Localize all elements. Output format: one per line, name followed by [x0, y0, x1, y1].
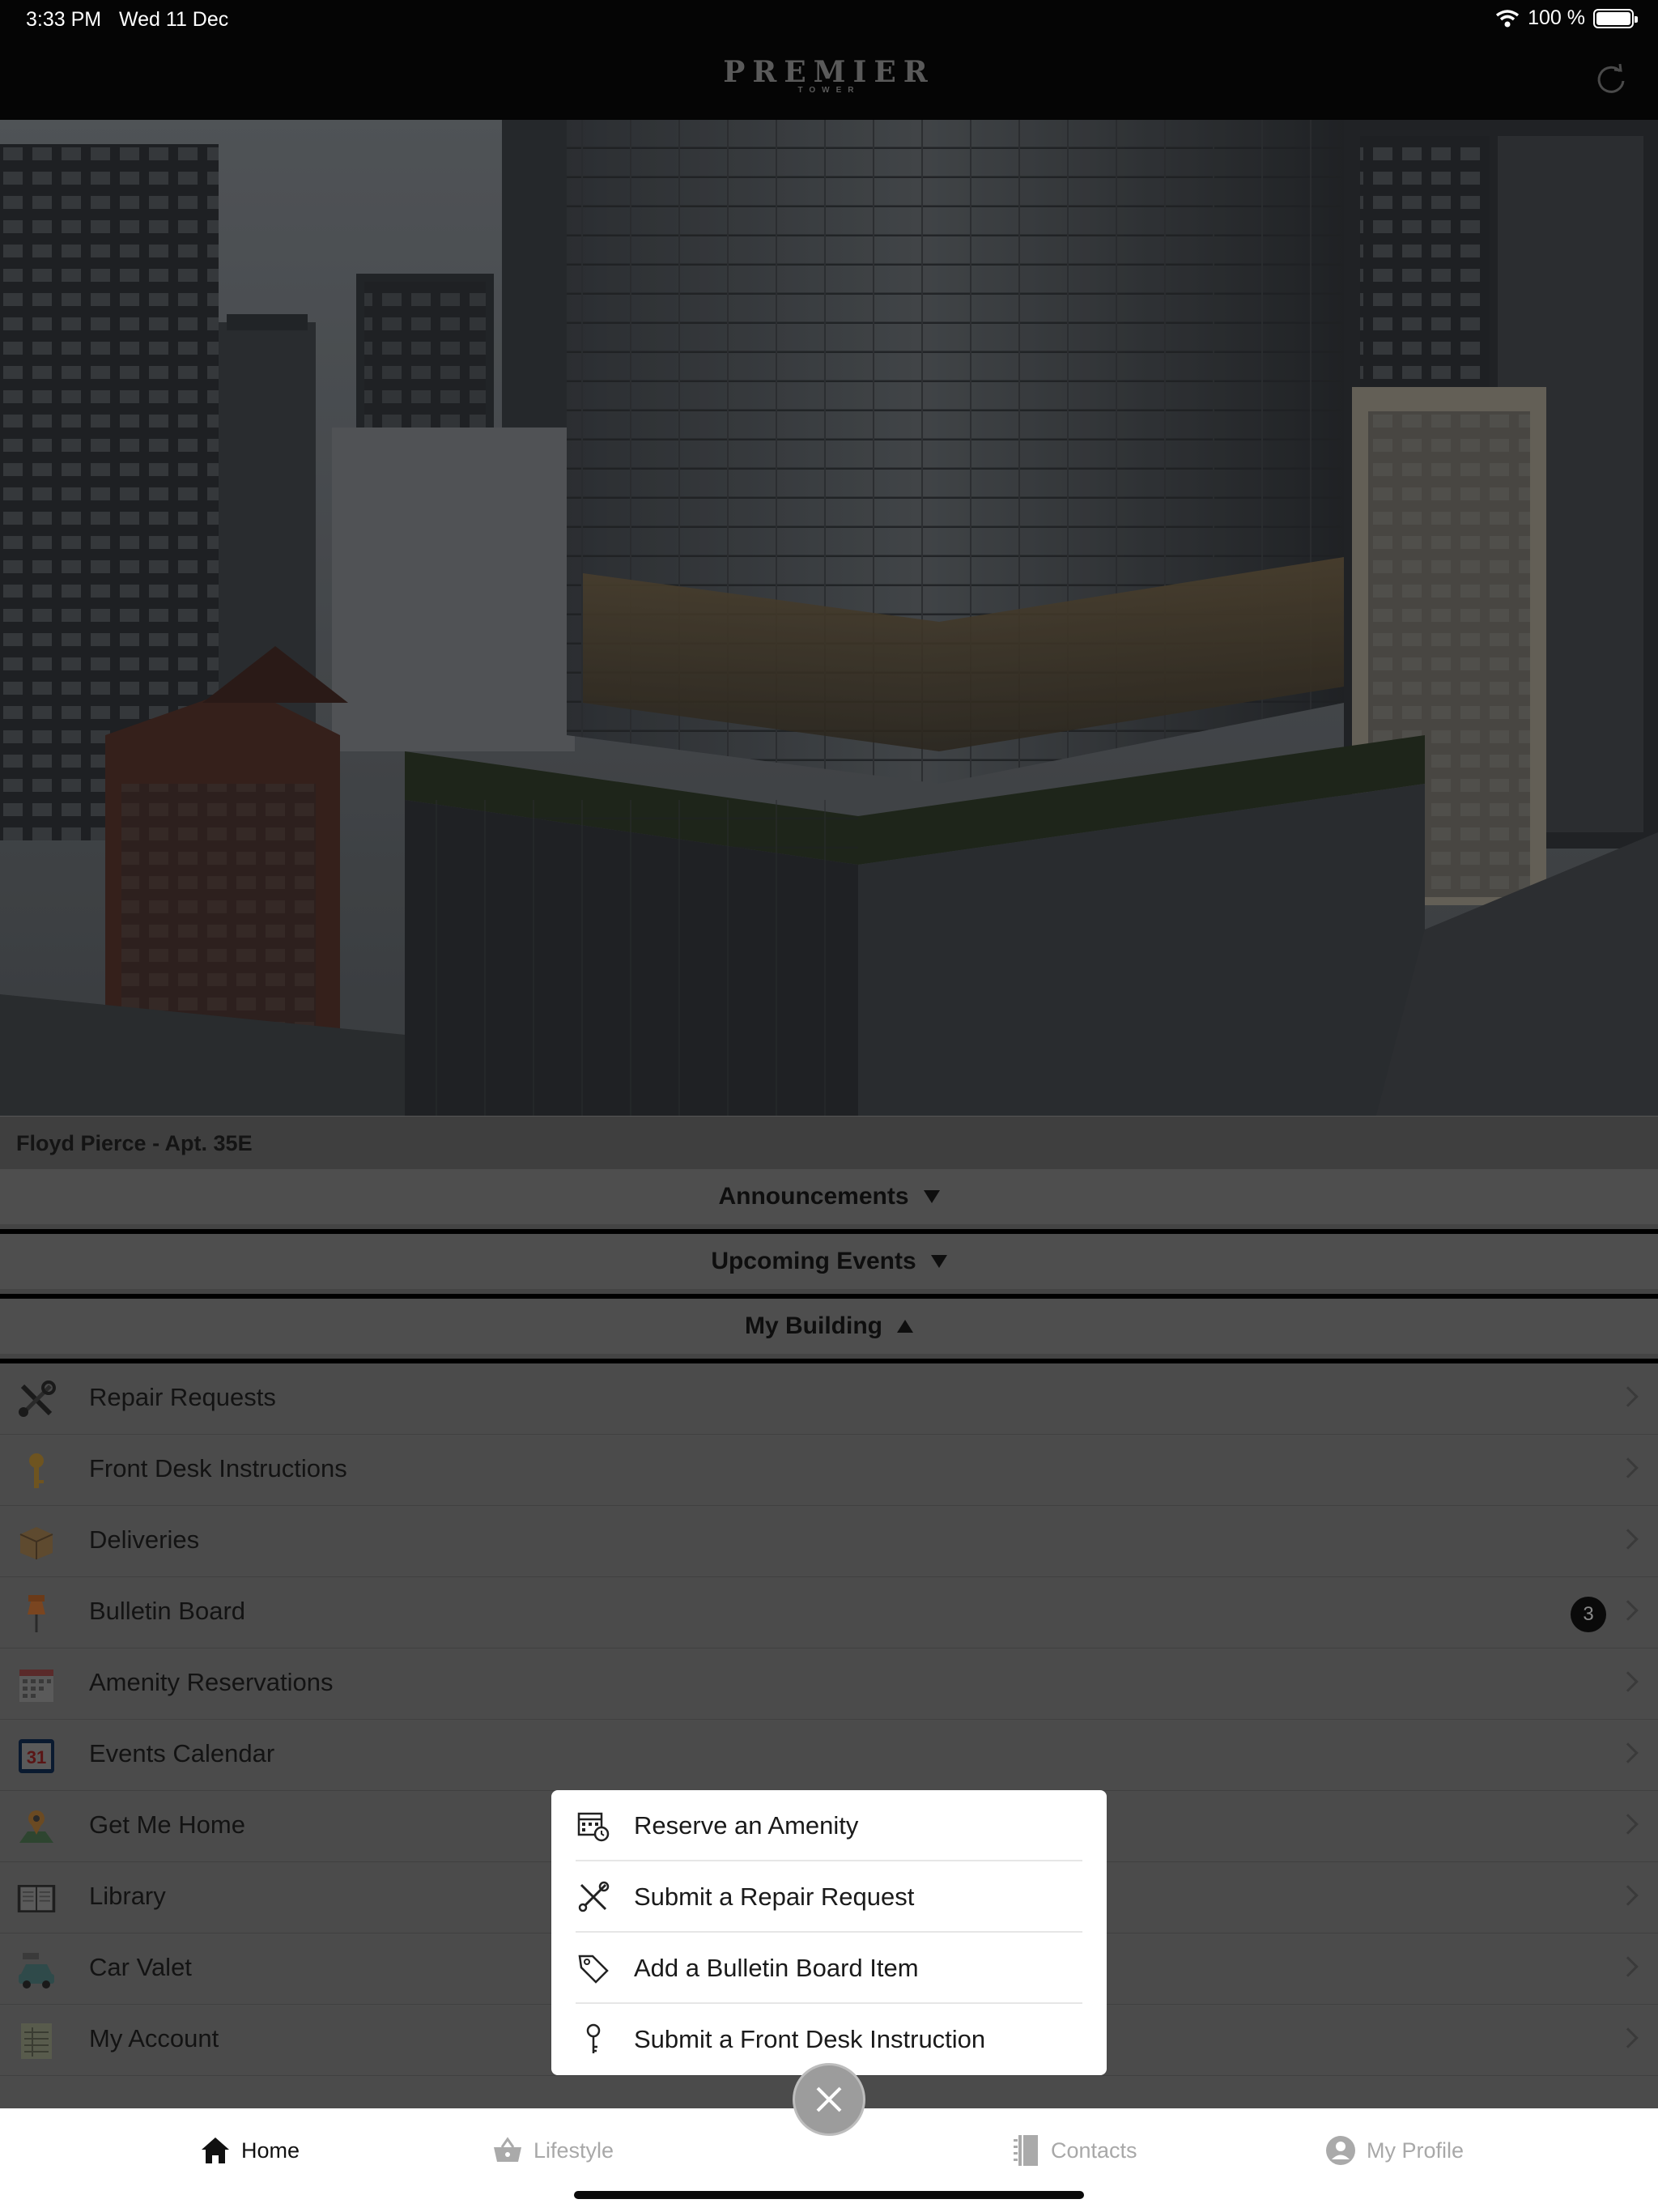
tools-icon: [576, 1879, 611, 1915]
menu-item-label: Repair Requests: [89, 1383, 276, 1411]
tag-icon: [576, 1950, 611, 1986]
chevron-right-icon: [1618, 1457, 1639, 1478]
menu-item-label: My Account: [89, 2024, 219, 2052]
menu-item-bulletin-board[interactable]: Bulletin Board 3: [0, 1577, 1658, 1648]
key-icon: [576, 2022, 611, 2057]
car-icon: [16, 1950, 57, 1990]
ledger-icon: [16, 2021, 57, 2061]
menu-item-label: Bulletin Board: [89, 1597, 246, 1625]
resident-info-bar: Floyd Pierce - Apt. 35E: [0, 1116, 1658, 1169]
package-icon: [16, 1522, 57, 1563]
basket-icon: [494, 2137, 521, 2162]
chevron-right-icon: [1618, 1386, 1639, 1407]
battery-level: [1596, 11, 1630, 25]
wifi-icon: [1496, 9, 1520, 27]
chevron-right-icon: [1618, 1814, 1639, 1835]
battery-icon: [1593, 8, 1638, 28]
status-bar: 3:33 PM Wed 11 Dec 100 %: [0, 0, 1658, 39]
tools-icon: [16, 1380, 57, 1420]
menu-item-deliveries[interactable]: Deliveries: [0, 1506, 1658, 1577]
battery-percent: 100 %: [1528, 6, 1585, 29]
menu-item-events-calendar[interactable]: 31 Events Calendar: [0, 1720, 1658, 1791]
logo-sub: TOWER: [797, 86, 861, 95]
announcements-header[interactable]: Announcements: [0, 1169, 1658, 1229]
notification-badge: 3: [1571, 1597, 1606, 1632]
refresh-icon: [1597, 63, 1625, 93]
refresh-button[interactable]: [1588, 57, 1634, 102]
menu-item-label: Car Valet: [89, 1953, 192, 1981]
tab-contacts-label: Contacts: [1051, 2138, 1137, 2163]
calendar-day-text: 31: [27, 1747, 46, 1767]
menu-item-amenity-reservations[interactable]: Amenity Reservations: [0, 1648, 1658, 1720]
address-book-icon: [1014, 2135, 1038, 2166]
add-bulletin-board-item-action[interactable]: Add a Bulletin Board Item: [576, 1933, 1082, 2004]
submit-repair-request-action[interactable]: Submit a Repair Request: [576, 1861, 1082, 1933]
status-time: 3:33 PM: [26, 8, 102, 31]
upcoming-events-label: Upcoming Events: [711, 1248, 916, 1274]
calendar-grid-icon: [16, 1665, 57, 1705]
logo: PREMIER TOWER: [0, 55, 1658, 95]
reserve-amenity-label: Reserve an Amenity: [634, 1811, 859, 1840]
add-bulletin-board-item-label: Add a Bulletin Board Item: [634, 1954, 919, 1982]
logo-main: PREMIER: [723, 55, 935, 89]
announcements-label: Announcements: [718, 1183, 909, 1210]
my-building-header[interactable]: My Building: [0, 1299, 1658, 1359]
close-quick-actions-button[interactable]: [793, 2063, 865, 2136]
menu-item-label: Amenity Reservations: [89, 1668, 334, 1696]
user-avatar-icon: [1326, 2136, 1355, 2165]
chevron-right-icon: [1618, 1600, 1639, 1621]
key-icon: [16, 1451, 57, 1491]
app-header: PREMIER TOWER: [0, 39, 1658, 120]
tab-home-label: Home: [241, 2138, 300, 2163]
menu-item-repair-requests[interactable]: Repair Requests: [0, 1363, 1658, 1435]
tab-home[interactable]: Home: [199, 2126, 300, 2175]
my-building-label: My Building: [745, 1312, 882, 1339]
reserve-amenity-action[interactable]: Reserve an Amenity: [576, 1790, 1082, 1861]
tab-contacts[interactable]: Contacts: [1012, 2126, 1137, 2175]
close-icon: [816, 2087, 842, 2112]
chevron-right-icon: [1618, 1671, 1639, 1692]
tab-my-profile-label: My Profile: [1367, 2138, 1465, 2163]
building-illustration: [0, 120, 1658, 1116]
calendar-31-icon: 31: [16, 1736, 57, 1776]
menu-item-label: Front Desk Instructions: [89, 1454, 347, 1482]
home-icon: [202, 2138, 229, 2163]
caret-down-icon: [923, 1190, 940, 1203]
chevron-right-icon: [1618, 1742, 1639, 1763]
menu-item-label: Events Calendar: [89, 1739, 275, 1767]
upcoming-events-header[interactable]: Upcoming Events: [0, 1234, 1658, 1294]
chevron-right-icon: [1618, 1529, 1639, 1550]
quick-actions-popover: Reserve an Amenity Submit a Repair Reque…: [551, 1790, 1107, 2088]
tab-lifestyle[interactable]: Lifestyle: [491, 2126, 614, 2175]
map-pin-icon: [16, 1807, 57, 1848]
menu-item-label: Get Me Home: [89, 1810, 245, 1839]
menu-item-front-desk-instructions[interactable]: Front Desk Instructions: [0, 1435, 1658, 1506]
building-hero-image: [0, 120, 1658, 1116]
caret-up-icon: [896, 1320, 913, 1333]
pushpin-icon: [16, 1593, 57, 1634]
tab-my-profile[interactable]: My Profile: [1324, 2126, 1464, 2175]
calendar-clock-icon: [576, 1808, 611, 1844]
chevron-right-icon: [1618, 2027, 1639, 2048]
book-icon: [16, 1878, 57, 1919]
menu-item-label: Deliveries: [89, 1525, 200, 1554]
chevron-right-icon: [1618, 1956, 1639, 1977]
submit-repair-request-label: Submit a Repair Request: [634, 1882, 915, 1911]
menu-item-label: Library: [89, 1882, 166, 1910]
submit-front-desk-instruction-label: Submit a Front Desk Instruction: [634, 2025, 986, 2053]
caret-down-icon: [930, 1255, 947, 1268]
status-indicators: 100 %: [1495, 6, 1638, 30]
home-indicator: [574, 2191, 1084, 2199]
tab-lifestyle-label: Lifestyle: [534, 2138, 614, 2163]
resident-name: Floyd Pierce - Apt. 35E: [16, 1131, 253, 1155]
status-date: Wed 11 Dec: [119, 8, 229, 31]
chevron-right-icon: [1618, 1885, 1639, 1906]
